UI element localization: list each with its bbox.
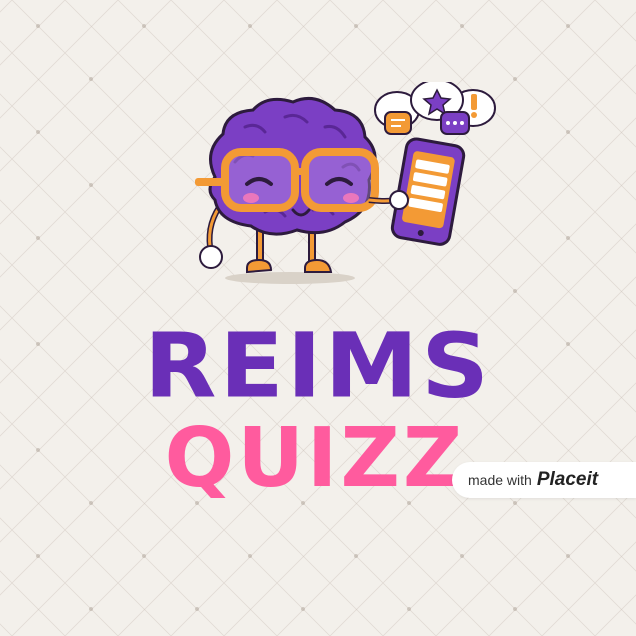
quiz-title-line-1: REIMS xyxy=(144,314,492,419)
placeit-watermark-badge: made with Placeit xyxy=(452,462,636,498)
quiz-title-line-2: QUIZZ xyxy=(164,411,466,506)
brain-mascot-icon xyxy=(195,82,496,284)
watermark-prefix: made with xyxy=(468,472,532,488)
watermark-brand: Placeit xyxy=(536,469,599,490)
glove-icon xyxy=(199,245,223,269)
chat-bubble-icon xyxy=(374,82,496,135)
